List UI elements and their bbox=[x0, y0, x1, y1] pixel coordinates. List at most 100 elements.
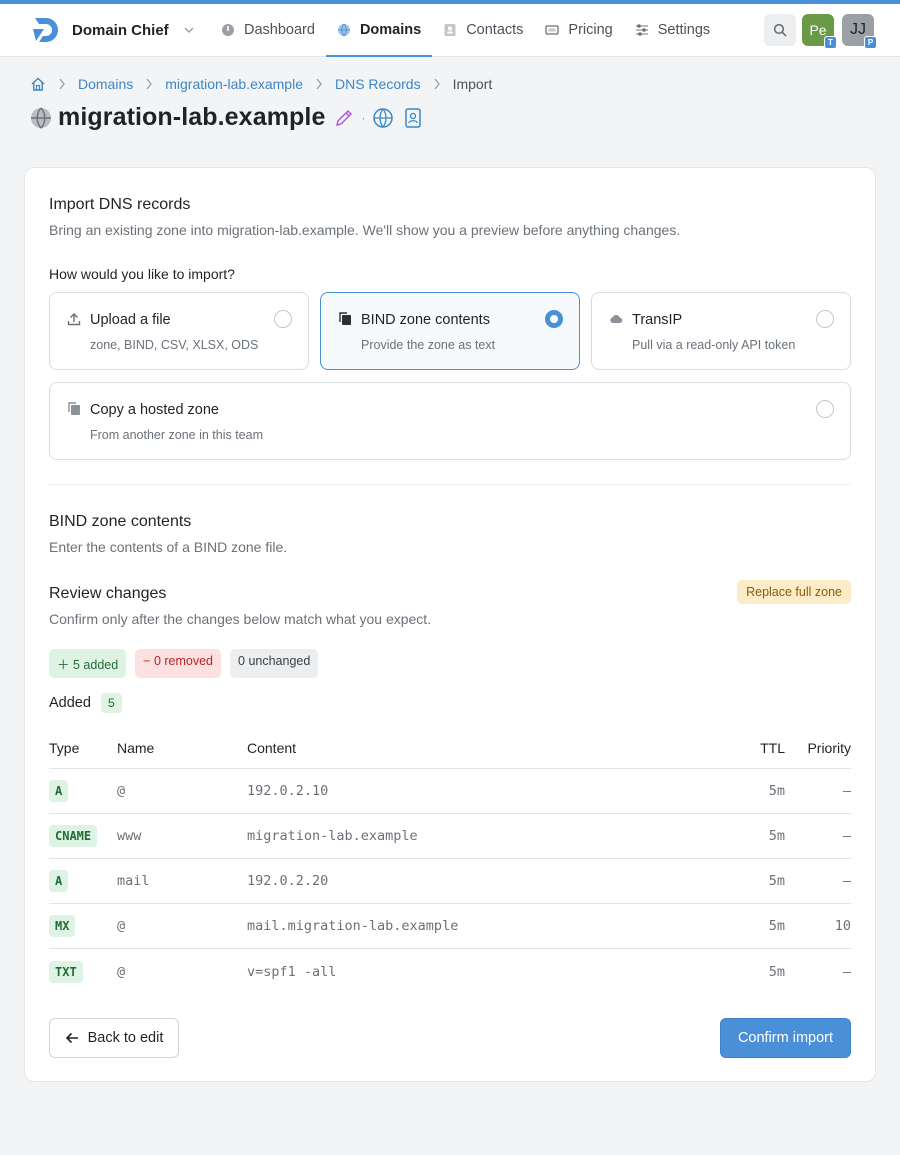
record-name: www bbox=[117, 828, 142, 844]
column-name: Name bbox=[117, 740, 155, 756]
table-row: A mail 192.0.2.20 5m — bbox=[49, 859, 851, 904]
import-card: Import DNS records Bring an existing zon… bbox=[24, 167, 876, 1082]
record-priority: — bbox=[842, 783, 851, 799]
user-avatar-badge: P bbox=[864, 36, 877, 49]
arrow-left-icon bbox=[65, 1032, 78, 1044]
record-content: 192.0.2.10 bbox=[247, 783, 329, 799]
removed-summary-badge: − 0 removed bbox=[135, 649, 222, 678]
team-avatar-badge: T bbox=[824, 36, 837, 49]
copy-zone-icon bbox=[68, 402, 80, 415]
copy-icon bbox=[339, 312, 351, 325]
record-ttl: 5m bbox=[768, 963, 785, 980]
option-title: Upload a file bbox=[90, 312, 171, 328]
nav-settings[interactable]: Settings bbox=[624, 4, 721, 56]
review-heading: Review changes bbox=[49, 585, 167, 602]
search-button[interactable] bbox=[764, 14, 796, 46]
nav-dashboard-label: Dashboard bbox=[244, 22, 315, 38]
nav-domains[interactable]: Domains bbox=[325, 4, 433, 57]
section-divider bbox=[49, 484, 851, 485]
nav-settings-label: Settings bbox=[657, 22, 711, 38]
upload-icon bbox=[67, 313, 81, 326]
option-upload-file[interactable]: Upload a file zone, BIND, CSV, XLSX, ODS bbox=[49, 292, 309, 370]
change-summary: ＋ 5 added − 0 removed 0 unchanged bbox=[49, 649, 327, 678]
breadcrumb-domains[interactable]: Domains bbox=[78, 76, 133, 92]
column-priority: Priority bbox=[807, 740, 851, 756]
removed-summary-text: 0 removed bbox=[153, 654, 214, 668]
column-type: Type bbox=[49, 740, 80, 756]
option-copy-hosted-zone[interactable]: Copy a hosted zone From another zone in … bbox=[49, 382, 851, 460]
nav-pricing-label: Pricing bbox=[568, 22, 613, 38]
page-title: migration-lab.example bbox=[58, 103, 326, 131]
option-transip[interactable]: TransIP Pull via a read-only API token bbox=[591, 292, 851, 370]
record-type-badge: A bbox=[49, 780, 69, 802]
nav-domains-label: Domains bbox=[359, 22, 422, 38]
option-bind-zone[interactable]: BIND zone contents Provide the zone as t… bbox=[320, 292, 580, 370]
home-icon[interactable] bbox=[30, 76, 46, 92]
team-name: Domain Chief bbox=[72, 21, 169, 39]
radio-bind-zone[interactable] bbox=[545, 310, 563, 328]
record-priority: 10 bbox=[834, 918, 851, 934]
record-content: migration-lab.example bbox=[247, 828, 418, 844]
record-priority: — bbox=[842, 828, 851, 844]
address-book-icon[interactable] bbox=[401, 106, 425, 130]
nav-dashboard[interactable]: Dashboard bbox=[210, 4, 326, 56]
record-name: @ bbox=[117, 963, 126, 980]
record-ttl: 5m bbox=[768, 873, 785, 889]
option-title: Copy a hosted zone bbox=[90, 402, 219, 418]
radio-upload-file[interactable] bbox=[274, 310, 292, 328]
option-subtitle: From another zone in this team bbox=[90, 428, 263, 442]
domain-chief-logo-icon bbox=[33, 18, 58, 42]
record-priority: — bbox=[842, 963, 851, 980]
record-priority: — bbox=[842, 873, 851, 889]
team-avatar-initials: Pe bbox=[809, 22, 827, 38]
chevron-right-icon bbox=[146, 78, 153, 90]
added-section-header: Added 5 bbox=[49, 693, 122, 713]
import-method-question: How would you like to import? bbox=[49, 266, 235, 282]
main-nav: Dashboard Domains Contacts Pricing Setti… bbox=[210, 4, 721, 57]
nav-pricing[interactable]: Pricing bbox=[534, 4, 623, 56]
globe-icon bbox=[31, 107, 51, 128]
import-mode-badge: Replace full zone bbox=[737, 580, 851, 604]
sliders-icon bbox=[635, 24, 648, 36]
breadcrumb-current: Import bbox=[452, 76, 493, 92]
team-switcher[interactable]: Domain Chief bbox=[30, 15, 195, 45]
import-heading: Import DNS records bbox=[49, 196, 191, 213]
confirm-import-button[interactable]: Confirm import bbox=[720, 1018, 851, 1058]
chevron-right-icon bbox=[434, 78, 440, 90]
user-avatar[interactable]: JJ P bbox=[842, 14, 877, 49]
record-type-badge: MX bbox=[49, 915, 76, 937]
record-content: 192.0.2.20 bbox=[247, 873, 329, 889]
option-title: BIND zone contents bbox=[361, 312, 490, 328]
chevron-right-icon bbox=[316, 78, 322, 90]
added-count-badge: 5 bbox=[100, 693, 122, 713]
globe-icon bbox=[337, 23, 350, 37]
option-subtitle: Provide the zone as text bbox=[361, 338, 496, 352]
record-type-badge: A bbox=[49, 870, 69, 892]
chevron-right-icon bbox=[59, 78, 65, 90]
breadcrumb-zone[interactable]: migration-lab.example bbox=[165, 76, 303, 92]
back-to-edit-button[interactable]: Back to edit bbox=[49, 1018, 179, 1058]
record-ttl: 5m bbox=[768, 828, 785, 844]
globe-network-icon[interactable] bbox=[371, 106, 395, 130]
cloud-icon bbox=[610, 314, 623, 324]
record-type-badge: TXT bbox=[49, 960, 83, 983]
nav-contacts[interactable]: Contacts bbox=[432, 4, 534, 56]
added-section-label: Added bbox=[49, 695, 91, 711]
record-content: mail.migration-lab.example bbox=[247, 918, 459, 934]
table-row: TXT @ v=spf1 -all 5m — bbox=[49, 949, 851, 994]
table-row: MX @ mail.migration-lab.example 5m 10 bbox=[49, 904, 851, 949]
bind-heading: BIND zone contents bbox=[49, 513, 192, 530]
breadcrumb-dns-records[interactable]: DNS Records bbox=[335, 76, 421, 92]
bind-description: Enter the contents of a BIND zone file. bbox=[49, 539, 288, 555]
radio-copy-hosted-zone[interactable] bbox=[816, 400, 834, 418]
column-ttl: TTL bbox=[760, 740, 785, 756]
pencil-icon[interactable] bbox=[333, 107, 355, 129]
dashboard-icon bbox=[222, 24, 234, 36]
record-type-badge: CNAME bbox=[49, 825, 98, 847]
back-to-edit-label: Back to edit bbox=[87, 1030, 164, 1046]
option-subtitle: Pull via a read-only API token bbox=[632, 338, 796, 352]
team-avatar[interactable]: Pe T bbox=[802, 14, 837, 49]
record-ttl: 5m bbox=[768, 783, 785, 799]
breadcrumb: Domains migration-lab.example DNS Record… bbox=[30, 76, 492, 92]
radio-transip[interactable] bbox=[816, 310, 834, 328]
